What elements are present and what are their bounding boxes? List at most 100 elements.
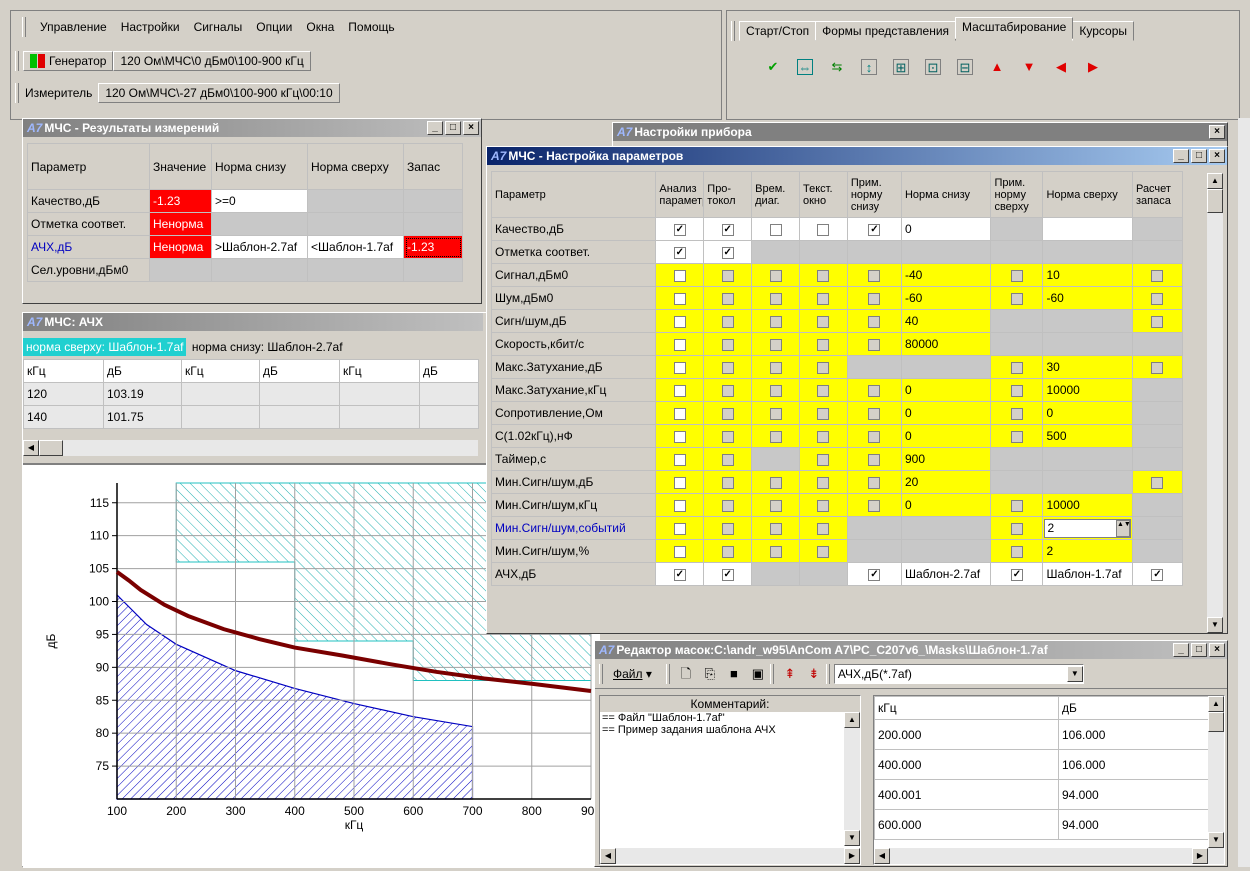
minimize-button[interactable]: _ <box>1173 643 1189 657</box>
checkbox[interactable] <box>817 269 830 282</box>
checkbox[interactable] <box>868 407 881 420</box>
mask-db-cell[interactable]: 94.000 <box>1058 779 1209 810</box>
checkbox-checked[interactable]: ✓ <box>868 223 881 236</box>
checkbox[interactable] <box>817 384 830 397</box>
checkbox[interactable] <box>817 545 830 558</box>
norm-value-cell[interactable]: 0 <box>900 378 992 402</box>
checkbox-cell[interactable] <box>846 470 902 494</box>
checkbox-cell[interactable] <box>751 401 800 425</box>
scroll-up-icon[interactable]: ▲ <box>844 712 860 728</box>
norm-value-cell[interactable]: 80000 <box>900 332 992 356</box>
checkbox-cell[interactable] <box>703 424 753 448</box>
norm-value-cell[interactable]: 500 <box>1042 424 1133 448</box>
checkbox-cell[interactable] <box>799 309 848 333</box>
scroll-right-icon[interactable]: ▶ <box>1192 848 1208 864</box>
maximize-button[interactable]: □ <box>445 121 461 135</box>
checkbox-cell[interactable] <box>1131 309 1184 333</box>
checkbox-checked[interactable]: ✓ <box>721 246 734 259</box>
checkbox-cell[interactable]: ✓ <box>655 217 705 241</box>
scroll-down-icon[interactable]: ▼ <box>844 830 860 846</box>
norm-value-cell[interactable]: -60 <box>900 286 992 310</box>
checkbox-cell[interactable]: ✓ <box>655 562 705 586</box>
checkbox[interactable] <box>868 384 881 397</box>
checkbox-cell[interactable] <box>846 332 902 356</box>
mask-editor-title-bar[interactable]: A7 Редактор масок:C:\andr_w95\AnCom A7\PC… <box>595 641 1227 659</box>
checkbox-cell[interactable] <box>751 355 800 379</box>
checkbox-cell[interactable] <box>703 539 753 563</box>
comment-line[interactable]: == Пример задания шаблона АЧХ <box>600 724 860 736</box>
menu-help[interactable]: Помощь <box>348 20 394 34</box>
checkbox[interactable] <box>721 315 734 328</box>
checkbox-cell[interactable] <box>846 309 902 333</box>
checkbox-cell[interactable] <box>799 355 848 379</box>
table-row[interactable]: Шум,дБм0 -60 -60 <box>490 286 1184 310</box>
checkbox-cell[interactable] <box>703 447 753 471</box>
scroll-left-icon[interactable]: ◀ <box>874 848 890 864</box>
checkbox-cell[interactable] <box>655 355 705 379</box>
tab-start-stop[interactable]: Старт/Стоп <box>739 21 817 41</box>
checkbox-cell[interactable] <box>703 470 753 494</box>
save-icon[interactable]: ■ <box>726 666 742 682</box>
checkbox[interactable] <box>673 545 686 558</box>
checkbox-cell[interactable] <box>655 516 705 540</box>
table-row[interactable]: Качество,дБ -1.23 >=0 <box>27 189 463 213</box>
table-row[interactable]: Качество,дБ ✓ ✓ ✓ 0 <box>490 217 1184 241</box>
checkbox[interactable] <box>673 453 686 466</box>
checkbox[interactable] <box>769 476 782 489</box>
checkbox-cell[interactable] <box>655 309 705 333</box>
checkbox[interactable] <box>1010 361 1023 374</box>
file-menu-button[interactable]: Файл ▾ <box>607 665 658 683</box>
menu-settings[interactable]: Настройки <box>121 20 180 34</box>
checkbox-cell[interactable] <box>703 286 753 310</box>
checkbox-cell[interactable] <box>751 516 800 540</box>
ach-hscroll[interactable]: ◀ <box>23 440 478 456</box>
arrow-up-icon[interactable]: ▲ <box>989 59 1005 75</box>
mask-table-hscroll[interactable]: ◀ ▶ <box>874 848 1224 864</box>
mask-freq-cell[interactable]: 400.000 <box>874 749 1059 780</box>
insert-row-icon[interactable]: ⇞ <box>782 666 798 682</box>
checkbox-cell[interactable] <box>990 378 1044 402</box>
table-row[interactable]: 400.000 106.000 <box>874 749 1209 780</box>
table-row[interactable]: Мин.Сигн/шум,событий 2 ▲▼ <box>490 516 1184 540</box>
delete-row-icon[interactable]: ⇟ <box>806 666 822 682</box>
checkbox[interactable] <box>817 361 830 374</box>
checkbox[interactable] <box>817 407 830 420</box>
checkbox[interactable] <box>1010 522 1023 535</box>
checkbox[interactable] <box>673 430 686 443</box>
checkbox-cell[interactable]: ✓ <box>1131 562 1184 586</box>
table-row[interactable]: Сел.уровни,дБм0 <box>27 258 463 282</box>
checkbox[interactable] <box>868 269 881 282</box>
table-row[interactable]: Мин.Сигн/шум,% 2 <box>490 539 1184 563</box>
checkbox[interactable] <box>673 292 686 305</box>
checkbox-cell[interactable] <box>1131 263 1184 287</box>
checkbox-cell[interactable]: ✓ <box>655 240 705 264</box>
checkbox-checked[interactable]: ✓ <box>673 246 686 259</box>
copy-icon[interactable]: ⎘ <box>702 666 718 682</box>
checkbox[interactable] <box>1010 499 1023 512</box>
checkbox[interactable] <box>769 407 782 420</box>
scroll-up-icon[interactable]: ▲ <box>1207 173 1223 189</box>
table-row[interactable]: Макс.Затухание,дБ 30 <box>490 355 1184 379</box>
pen-icon[interactable]: ✔ <box>765 59 781 75</box>
table-row[interactable]: С(1.02кГц),нФ 0 500 <box>490 424 1184 448</box>
checkbox-cell[interactable] <box>990 286 1044 310</box>
tab-scaling[interactable]: Масштабирование <box>955 17 1074 39</box>
chevron-down-icon[interactable]: ▼ <box>1066 665 1083 682</box>
comment-line[interactable]: == Файл "Шаблон-1.7af" <box>600 712 860 724</box>
spin-arrows-icon[interactable]: ▲▼ <box>1115 519 1131 537</box>
mask-db-cell[interactable]: 106.000 <box>1058 719 1209 750</box>
checkbox-cell[interactable] <box>703 401 753 425</box>
checkbox-cell[interactable] <box>703 263 753 287</box>
comment-hscroll[interactable]: ◀ ▶ <box>600 848 860 864</box>
checkbox[interactable] <box>721 407 734 420</box>
checkbox[interactable] <box>673 338 686 351</box>
generator-button[interactable]: Генератор <box>23 51 114 71</box>
checkbox-cell[interactable] <box>751 263 800 287</box>
checkbox[interactable] <box>769 384 782 397</box>
table-row[interactable]: Мин.Сигн/шум,кГц 0 10000 <box>490 493 1184 517</box>
mask-db-cell[interactable]: 94.000 <box>1058 809 1209 840</box>
checkbox[interactable] <box>868 292 881 305</box>
minimize-button[interactable]: _ <box>427 121 443 135</box>
close-button[interactable]: × <box>1209 149 1225 163</box>
params-title-bar[interactable]: A7 МЧС - Настройка параметров _ □ × <box>487 147 1227 165</box>
